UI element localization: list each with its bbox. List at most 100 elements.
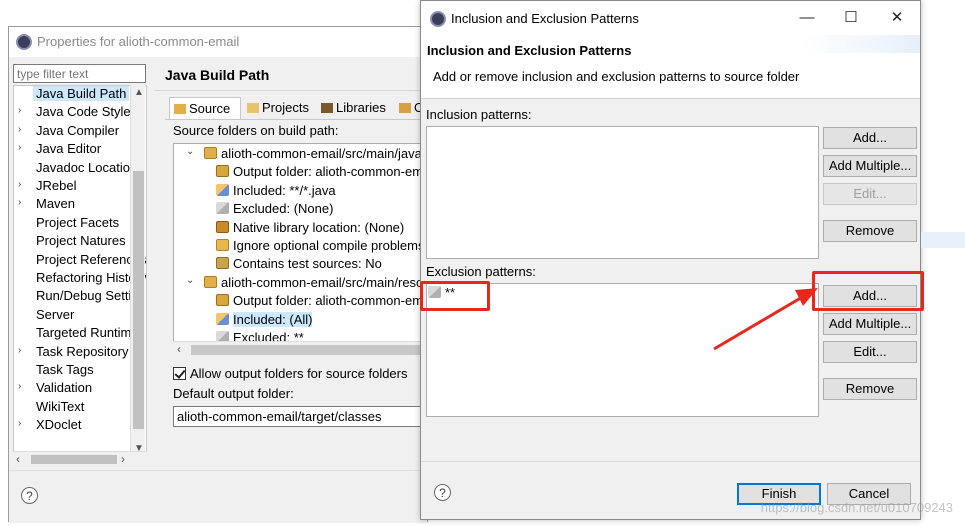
annotation-box-exclusion-item — [420, 281, 490, 311]
tree-item-label: XDoclet — [36, 417, 82, 433]
tree-item[interactable]: WikiText — [14, 399, 136, 417]
scroll-thumb[interactable] — [31, 455, 117, 464]
source-row-text: Native library location: (None) — [233, 219, 405, 235]
exclusion-add-multiple-button[interactable]: Add Multiple... — [823, 313, 917, 335]
tree-item[interactable]: Run/Debug Settings — [14, 288, 146, 306]
source-folder-row[interactable]: ⌄ alioth-common-email/src/main/resources — [186, 274, 428, 293]
inclusion-patterns-list[interactable] — [426, 126, 819, 259]
tree-item[interactable]: › XDoclet — [14, 417, 136, 435]
chevron-right-icon[interactable]: › — [18, 124, 21, 135]
properties-titlebar: Properties for alioth-common-email — [9, 27, 427, 57]
source-attribute-row[interactable]: Native library location: (None) — [216, 220, 404, 238]
help-icon[interactable]: ? — [434, 484, 451, 501]
close-icon[interactable]: ✕ — [875, 5, 919, 31]
source-attribute-row[interactable]: Contains test sources: No — [216, 256, 382, 274]
allow-output-folders-checkbox[interactable]: Allow output folders for source folders — [173, 366, 408, 381]
scroll-thumb[interactable] — [133, 171, 144, 429]
source-attribute-row[interactable]: Output folder: alioth-common-email — [216, 293, 429, 311]
inclusion-remove-button[interactable]: Remove — [823, 220, 917, 242]
tree-horizontal-scrollbar[interactable]: ‹ › — [13, 451, 147, 466]
chevron-down-icon[interactable]: ⌄ — [186, 275, 194, 286]
tree-item[interactable]: Task Tags — [14, 362, 136, 380]
dialog-title: Inclusion and Exclusion Patterns — [451, 11, 639, 26]
scroll-up-icon[interactable]: ▲ — [134, 87, 144, 98]
source-attribute-row[interactable]: Included: **/*.java — [216, 183, 336, 201]
tree-item[interactable]: › Validation — [14, 380, 136, 398]
source-row-text: Contains test sources: No — [233, 256, 382, 272]
scroll-right-icon[interactable]: › — [121, 452, 125, 466]
tree-item[interactable]: Project References — [14, 252, 146, 270]
native-icon — [216, 220, 229, 233]
source-attribute-row[interactable]: Included: (All) — [216, 311, 313, 330]
tab-libraries[interactable]: Libraries — [317, 97, 393, 119]
source-row-text: Output folder: alioth-common-email — [233, 293, 429, 309]
tab-label: Source — [189, 101, 231, 116]
exclusion-patterns-label: Exclusion patterns: — [426, 264, 536, 279]
inclusion-add-button[interactable]: Add... — [823, 127, 917, 149]
scroll-left-icon[interactable]: ‹ — [16, 452, 20, 466]
allow-output-label: Allow output folders for source folders — [190, 366, 408, 381]
source-row-text: alioth-common-email/src/main/resources — [221, 274, 428, 290]
tab-projects[interactable]: Projects — [243, 97, 315, 119]
tree-item-label: Validation — [36, 380, 93, 396]
scroll-thumb[interactable] — [191, 345, 421, 355]
chevron-right-icon[interactable]: › — [18, 197, 21, 208]
test-icon — [216, 257, 229, 270]
source-attribute-row[interactable]: Output folder: alioth-common-email — [216, 164, 428, 182]
default-output-field[interactable]: alioth-common-email/target/classes — [173, 406, 429, 427]
tree-item-label: Maven — [36, 196, 76, 212]
folder-icon — [204, 275, 217, 288]
divider — [155, 90, 429, 91]
chevron-right-icon[interactable]: › — [18, 418, 21, 429]
tree-item[interactable]: Project Natures — [14, 233, 136, 251]
inclusion-edit-button[interactable]: Edit... — [823, 183, 917, 205]
chevron-right-icon[interactable]: › — [18, 142, 21, 153]
tab-source[interactable]: Source — [169, 97, 241, 119]
tree-item[interactable]: › JRebel — [14, 178, 136, 196]
projects-icon — [247, 103, 259, 113]
tree-item[interactable]: Refactoring History — [14, 270, 146, 288]
tree-item[interactable]: Javadoc Location — [14, 160, 137, 178]
warn-icon — [216, 239, 229, 251]
maximize-icon[interactable]: ☐ — [829, 5, 873, 31]
chevron-right-icon[interactable]: › — [18, 105, 21, 116]
tree-item-label: Project Facets — [36, 214, 120, 230]
scroll-left-icon[interactable]: ‹ — [177, 342, 181, 356]
tree-vertical-scrollbar[interactable]: ▲ ▼ — [130, 85, 145, 461]
tree-item[interactable]: Server — [14, 307, 136, 325]
out-icon — [216, 165, 229, 178]
chevron-right-icon[interactable]: › — [18, 381, 21, 392]
dialog-header: Inclusion and Exclusion Patterns Add or … — [421, 35, 920, 99]
tree-item-label: Javadoc Location — [36, 159, 138, 175]
source-folder-row[interactable]: ⌄ alioth-common-email/src/main/java — [186, 146, 422, 164]
inclusion-add-multiple-button[interactable]: Add Multiple... — [823, 155, 917, 177]
checkbox-checked-icon[interactable] — [173, 367, 186, 380]
source-attribute-row[interactable]: Excluded: (None) — [216, 201, 333, 219]
libraries-icon — [321, 103, 333, 113]
tree-item[interactable]: Java Build Path — [14, 86, 136, 104]
exclusion-edit-button[interactable]: Edit... — [823, 341, 917, 363]
tree-item[interactable]: › Java Compiler — [14, 123, 136, 141]
tree-item[interactable]: › Java Editor — [14, 141, 136, 159]
source-attribute-row[interactable]: Ignore optional compile problems — [216, 238, 425, 256]
tree-item[interactable]: › Task Repository — [14, 344, 136, 362]
out-icon — [216, 294, 229, 307]
tree-item[interactable]: Targeted Runtimes — [14, 325, 145, 343]
help-icon[interactable]: ? — [21, 487, 38, 504]
inclusion-exclusion-dialog: Inclusion and Exclusion Patterns — ☐ ✕ I… — [420, 0, 921, 520]
tree-item[interactable]: › Java Code Style — [14, 104, 136, 122]
exclusion-remove-button[interactable]: Remove — [823, 378, 917, 400]
filter-input[interactable] — [13, 64, 146, 83]
chevron-down-icon[interactable]: ⌄ — [186, 146, 194, 157]
source-tree-hscroll[interactable]: ‹ — [173, 341, 429, 357]
tree-item[interactable]: Project Facets — [14, 215, 136, 233]
header-title: Inclusion and Exclusion Patterns — [427, 43, 632, 58]
dialog-titlebar: Inclusion and Exclusion Patterns — ☐ ✕ — [421, 1, 920, 35]
background-editor-edge — [0, 0, 8, 526]
chevron-right-icon[interactable]: › — [18, 345, 21, 356]
chevron-right-icon[interactable]: › — [18, 179, 21, 190]
tree-item[interactable]: › Maven — [14, 196, 136, 214]
watermark: https://blog.csdn.net/u010709243 — [760, 500, 953, 515]
minimize-icon[interactable]: — — [785, 5, 829, 31]
source-folder-icon — [174, 104, 186, 114]
